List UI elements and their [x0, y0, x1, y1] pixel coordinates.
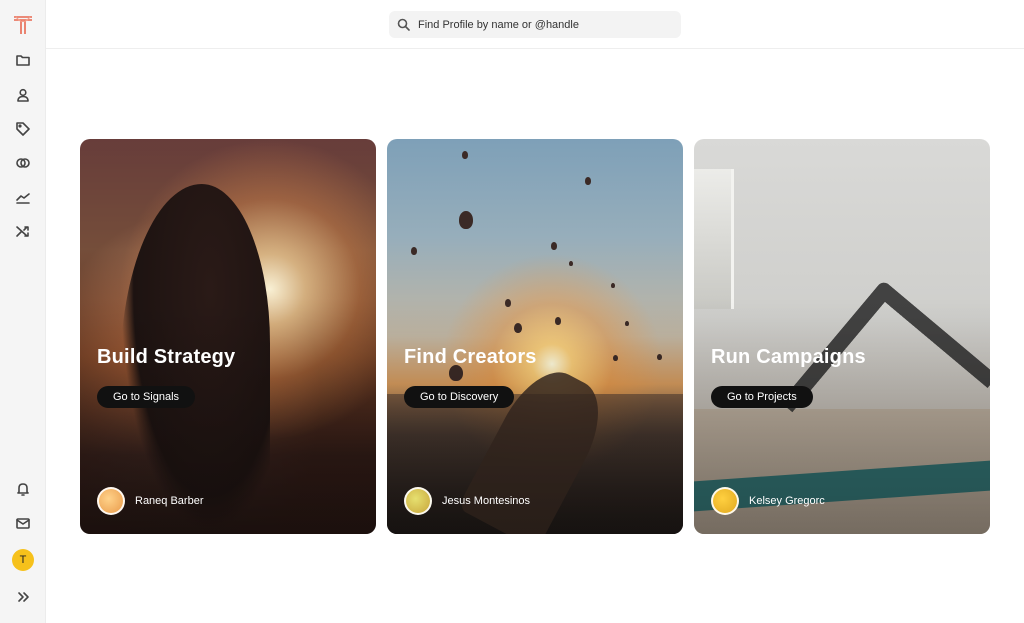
logo-icon: [14, 16, 32, 34]
search-input[interactable]: [418, 18, 668, 31]
chevrons-right-icon: [18, 592, 29, 602]
card-find-creators[interactable]: Find Creators Go to Discovery Jesus Mont…: [387, 139, 683, 534]
go-to-projects-button[interactable]: Go to Projects: [711, 386, 813, 408]
user-icon: [17, 88, 29, 102]
go-to-discovery-button[interactable]: Go to Discovery: [404, 386, 515, 408]
author-name: Kelsey Gregorc: [749, 495, 825, 507]
bell-icon: [17, 483, 29, 496]
sidebar-item-shuffle[interactable]: [13, 221, 33, 241]
expand-sidebar-button[interactable]: [13, 587, 33, 607]
mail-icon: [16, 518, 30, 529]
sidebar: T: [0, 0, 46, 623]
user-avatar[interactable]: T: [12, 549, 34, 571]
search-box[interactable]: [389, 11, 681, 38]
brand-logo[interactable]: [12, 14, 34, 36]
author-avatar: [711, 487, 739, 515]
card-author[interactable]: Raneq Barber: [97, 487, 204, 515]
sidebar-item-profiles[interactable]: [13, 85, 33, 105]
author-avatar: [404, 487, 432, 515]
top-bar: [46, 0, 1024, 49]
card-title: Run Campaigns: [711, 346, 866, 368]
messages-button[interactable]: [13, 513, 33, 533]
sidebar-item-folders[interactable]: [13, 50, 33, 70]
card-author[interactable]: Kelsey Gregorc: [711, 487, 825, 515]
card-run-campaigns[interactable]: Run Campaigns Go to Projects Kelsey Greg…: [694, 139, 990, 534]
folder-icon: [16, 55, 30, 66]
shuffle-icon: [16, 226, 29, 237]
user-initial: T: [19, 554, 27, 566]
app-root: T Build Strategy Go to Signals Raneq Bar…: [0, 0, 1024, 623]
trend-line-icon: [16, 193, 30, 204]
notifications-button[interactable]: [13, 479, 33, 499]
sidebar-item-tags[interactable]: [13, 119, 33, 139]
card-title: Build Strategy: [97, 346, 236, 368]
card-author[interactable]: Jesus Montesinos: [404, 487, 530, 515]
author-avatar: [97, 487, 125, 515]
sidebar-item-analytics[interactable]: [13, 187, 33, 207]
author-name: Raneq Barber: [135, 495, 204, 507]
card-title: Find Creators: [404, 346, 537, 368]
go-to-signals-button[interactable]: Go to Signals: [97, 386, 196, 408]
author-name: Jesus Montesinos: [442, 495, 531, 507]
sidebar-item-overlap[interactable]: [13, 153, 33, 173]
tag-icon: [16, 122, 30, 136]
overlap-circles-icon: [16, 158, 30, 168]
card-build-strategy[interactable]: Build Strategy Go to Signals Raneq Barbe…: [80, 139, 376, 534]
search-icon: [397, 18, 410, 31]
